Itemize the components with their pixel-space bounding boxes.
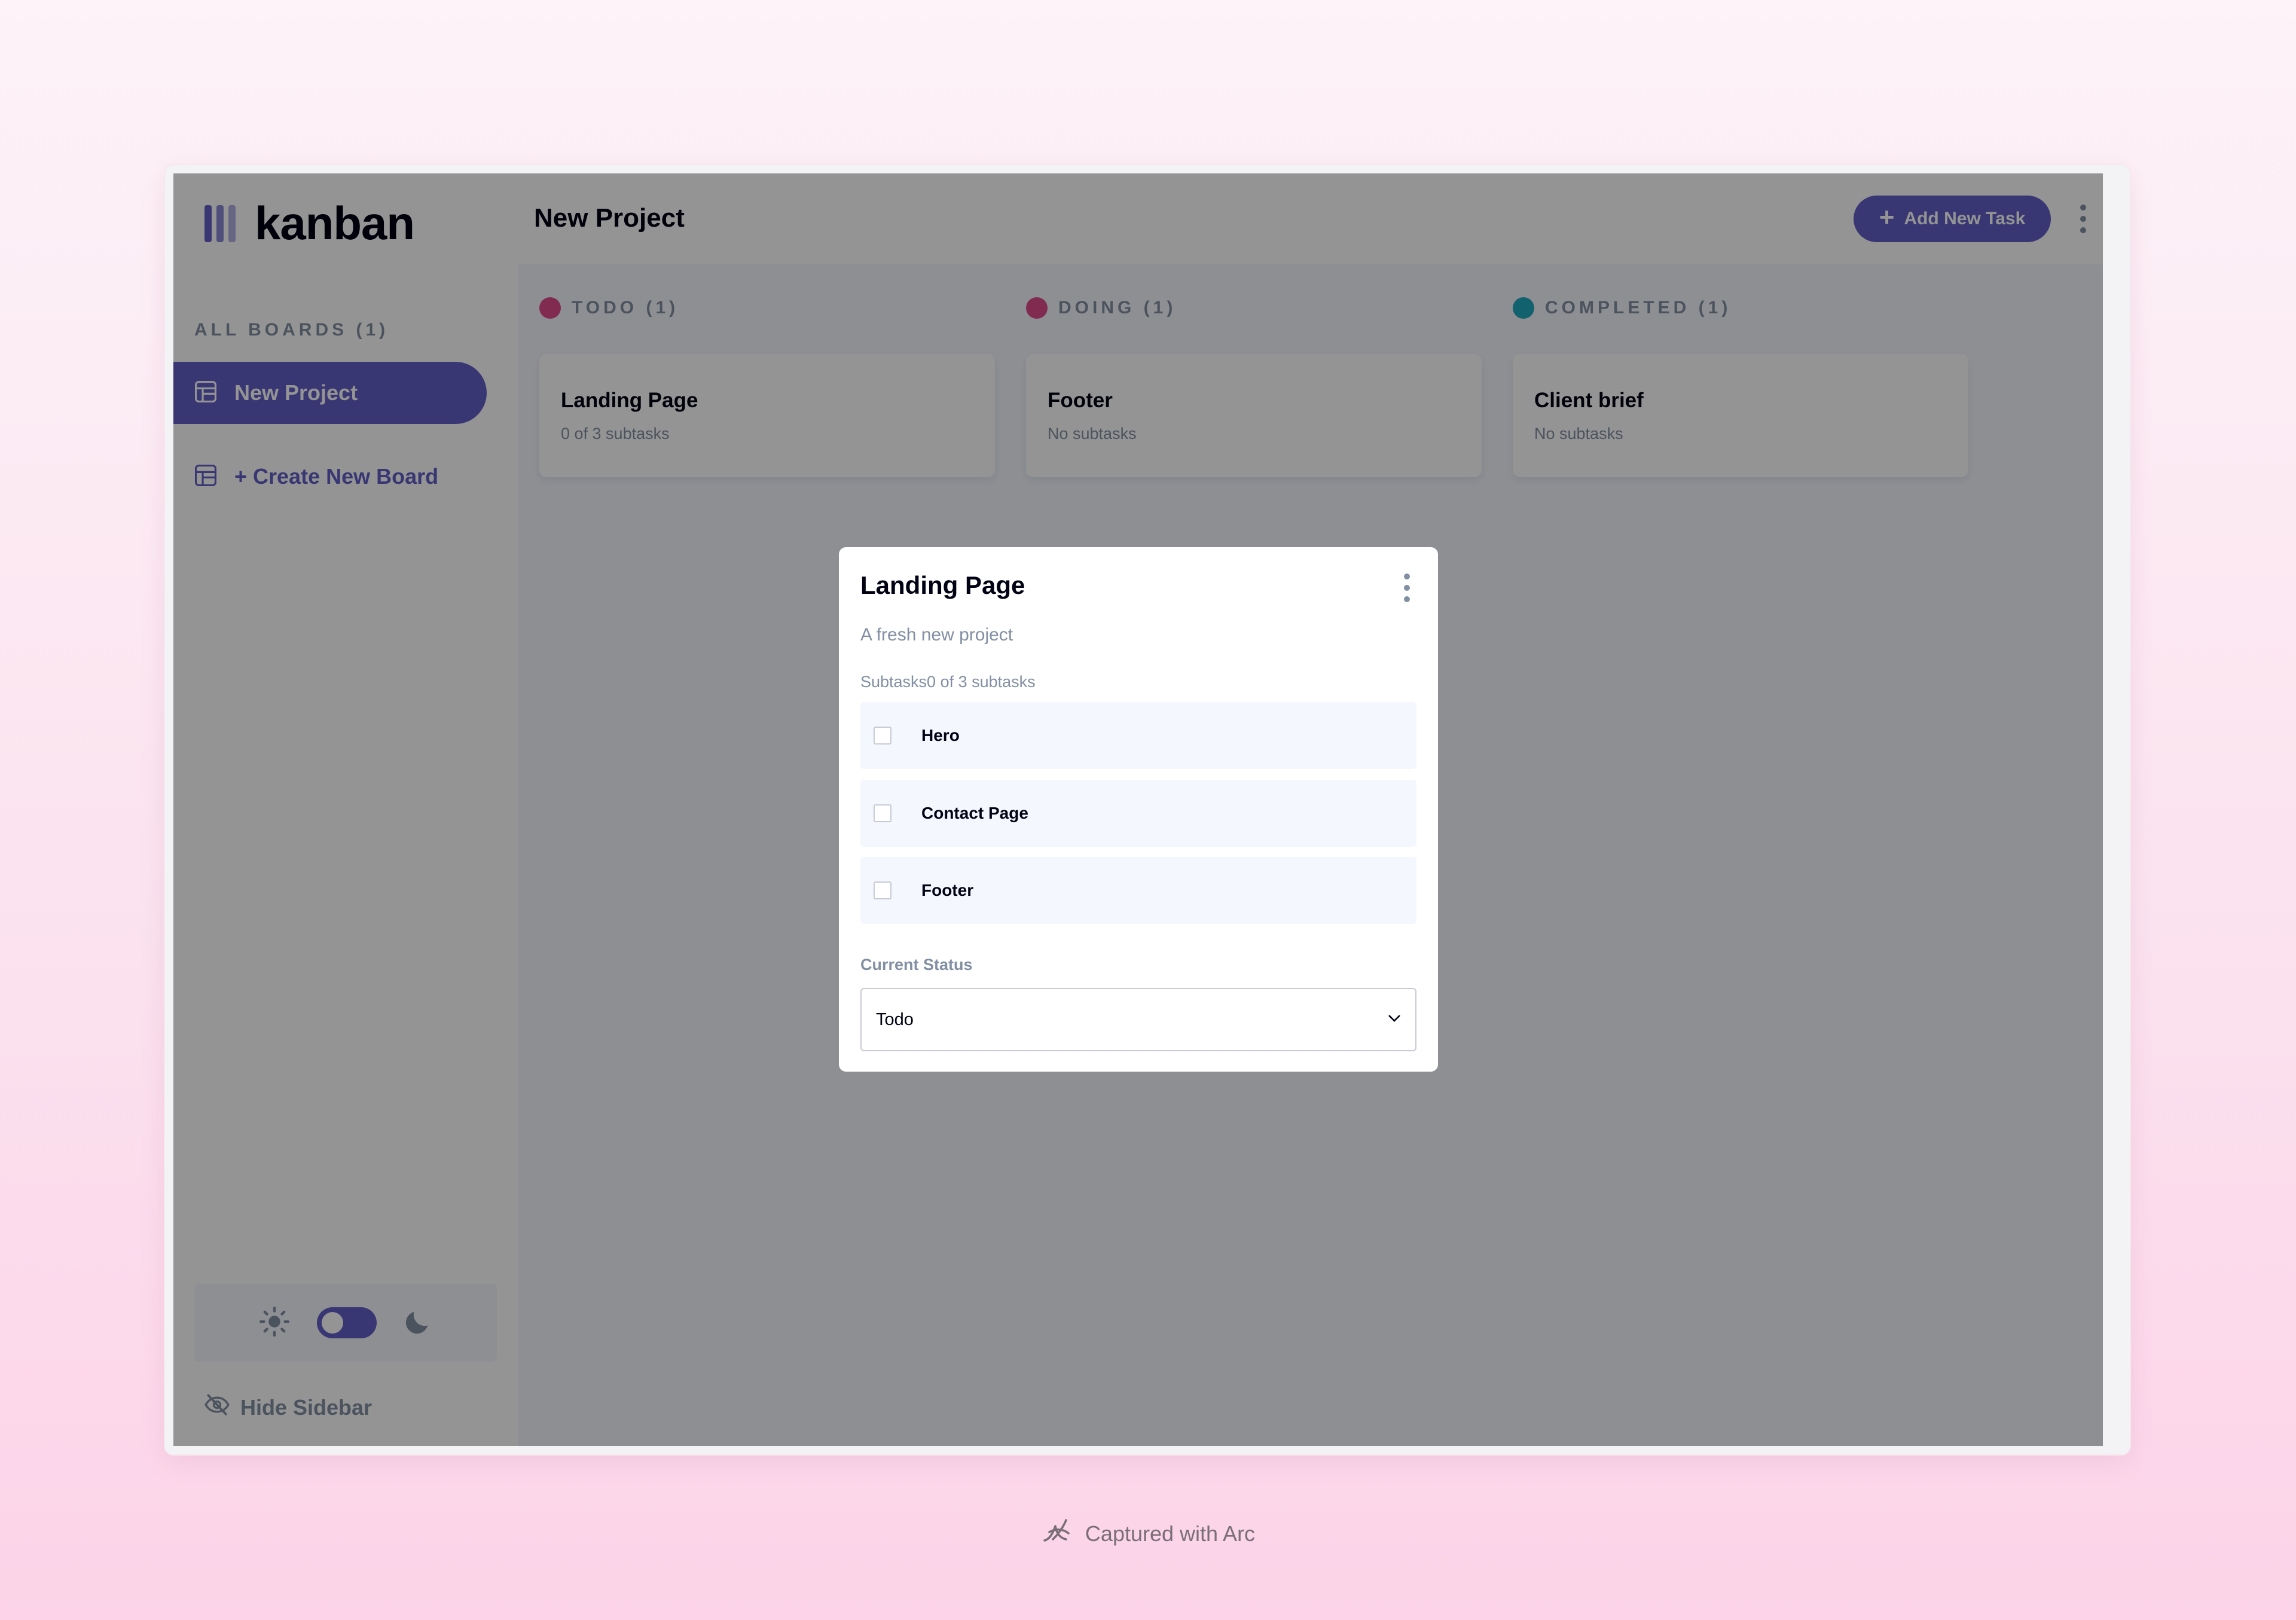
subtask-label: Footer — [921, 881, 974, 899]
modal-title: Landing Page — [860, 571, 1025, 599]
subtask-item[interactable]: Hero — [860, 702, 1416, 769]
arc-logo-icon — [1041, 1517, 1076, 1551]
chevron-down-icon — [1388, 1014, 1401, 1026]
subtask-checkbox[interactable] — [874, 881, 891, 899]
kanban-app: kanban ALL BOARDS (1) New Project + Crea… — [173, 173, 2103, 1446]
status-select-value: Todo — [876, 1009, 914, 1029]
current-status-label: Current Status — [860, 956, 973, 974]
caption-text: Captured with Arc — [1085, 1521, 1256, 1546]
capture-caption: Captured with Arc — [0, 1517, 2296, 1551]
subtask-label: Contact Page — [921, 804, 1028, 822]
task-description: A fresh new project — [860, 625, 1013, 645]
subtask-label: Hero — [921, 726, 960, 745]
task-detail-modal: Landing Page A fresh new project Subtask… — [839, 547, 1438, 1072]
subtask-item[interactable]: Contact Page — [860, 780, 1416, 847]
task-menu-icon[interactable] — [1404, 573, 1410, 602]
subtask-checkbox[interactable] — [874, 727, 891, 745]
subtask-item[interactable]: Footer — [860, 857, 1416, 924]
subtask-checkbox[interactable] — [874, 804, 891, 822]
status-select[interactable]: Todo — [860, 988, 1416, 1051]
subtasks-heading: Subtasks0 of 3 subtasks — [860, 673, 1036, 691]
